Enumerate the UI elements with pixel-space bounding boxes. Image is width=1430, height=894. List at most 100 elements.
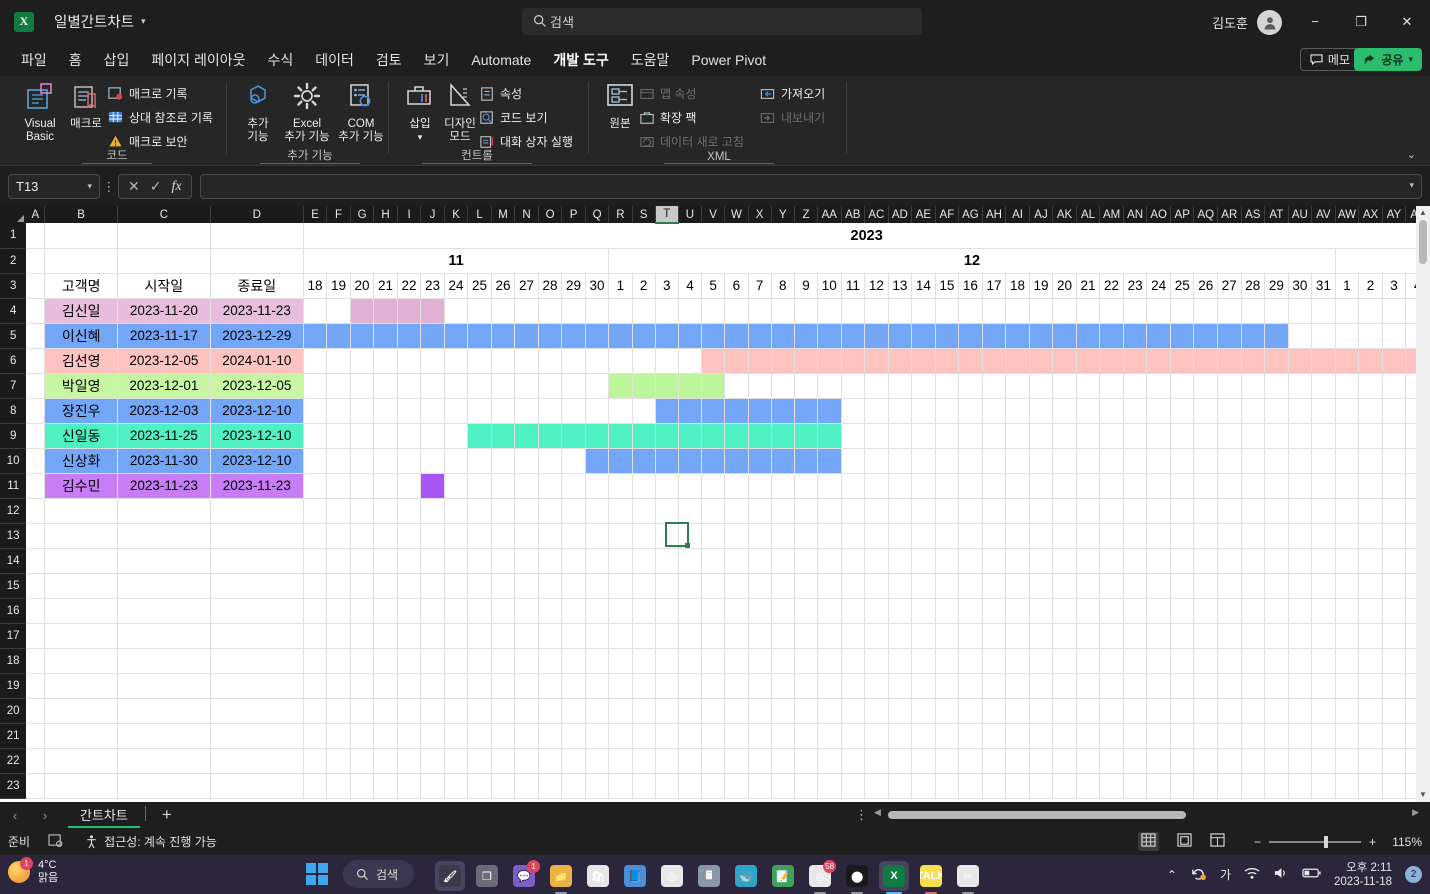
gantt-bar-cell[interactable] xyxy=(538,323,563,349)
gantt-bar-cell[interactable] xyxy=(350,298,375,324)
column-header-E[interactable]: E xyxy=(303,206,328,223)
cell-AR7[interactable] xyxy=(1217,373,1242,399)
cell-AR8[interactable] xyxy=(1217,398,1242,424)
cell-C22[interactable] xyxy=(117,748,211,774)
cell-O22[interactable] xyxy=(538,748,563,774)
memo-button[interactable]: 메모 xyxy=(1299,48,1360,71)
cell-AK10[interactable] xyxy=(1052,448,1077,474)
cell-AJ22[interactable] xyxy=(1029,748,1054,774)
cell-AR17[interactable] xyxy=(1217,623,1242,649)
cell-N11[interactable] xyxy=(514,473,539,499)
cell-E18[interactable] xyxy=(303,648,328,674)
cell-AQ13[interactable] xyxy=(1193,523,1219,549)
sheet-tab-gantt[interactable]: 간트차트 xyxy=(68,803,146,828)
cell-B7[interactable]: 박일영 xyxy=(44,373,118,399)
cell-AA18[interactable] xyxy=(817,648,842,674)
zoom-in-button[interactable]: + xyxy=(1369,835,1376,849)
column-header-AW[interactable]: AW xyxy=(1335,206,1360,223)
excel-addins-button[interactable]: Excel 추가 기능 xyxy=(276,81,338,144)
cell-AD12[interactable] xyxy=(888,498,913,524)
cell-O15[interactable] xyxy=(538,573,563,599)
cell-AM15[interactable] xyxy=(1099,573,1124,599)
cell-AX4[interactable] xyxy=(1358,298,1383,324)
cell-R15[interactable] xyxy=(608,573,633,599)
cell-AT9[interactable] xyxy=(1264,423,1289,449)
cell-AJ17[interactable] xyxy=(1029,623,1054,649)
cell-H19[interactable] xyxy=(373,673,398,699)
cell-AL15[interactable] xyxy=(1076,573,1101,599)
cell-AE21[interactable] xyxy=(911,723,936,749)
cell-AW8[interactable] xyxy=(1335,398,1360,424)
cell-AS10[interactable] xyxy=(1241,448,1266,474)
map-properties-button[interactable]: 맵 속성 xyxy=(640,85,696,102)
column-header-D[interactable]: D xyxy=(210,206,304,223)
column-header-Y[interactable]: Y xyxy=(771,206,795,223)
cell-I14[interactable] xyxy=(397,548,422,574)
cell-AP3[interactable]: 25 xyxy=(1170,273,1195,299)
gantt-bar-cell[interactable] xyxy=(701,373,726,399)
cell-AX23[interactable] xyxy=(1358,773,1383,799)
cell-AM14[interactable] xyxy=(1099,548,1124,574)
column-header-AE[interactable]: AE xyxy=(911,206,936,223)
cell-J17[interactable] xyxy=(420,623,445,649)
cell-AY3[interactable]: 3 xyxy=(1382,273,1407,299)
cell-U20[interactable] xyxy=(678,698,703,724)
cell-AO21[interactable] xyxy=(1146,723,1171,749)
cell-O3[interactable]: 28 xyxy=(538,273,563,299)
cell-F15[interactable] xyxy=(326,573,351,599)
cell-D12[interactable] xyxy=(210,498,304,524)
cell-Q7[interactable] xyxy=(585,373,610,399)
cell-AF16[interactable] xyxy=(935,598,960,624)
cell-AL14[interactable] xyxy=(1076,548,1101,574)
cell-AM22[interactable] xyxy=(1099,748,1124,774)
cell-AT8[interactable] xyxy=(1264,398,1289,424)
select-all-button[interactable] xyxy=(0,206,27,223)
cell-L13[interactable] xyxy=(467,523,492,549)
gantt-bar-cell[interactable] xyxy=(608,448,633,474)
cell-AT20[interactable] xyxy=(1264,698,1289,724)
cell-R19[interactable] xyxy=(608,673,633,699)
cell-J15[interactable] xyxy=(420,573,445,599)
cell-AF13[interactable] xyxy=(935,523,960,549)
cell-AY11[interactable] xyxy=(1382,473,1407,499)
cell-AO13[interactable] xyxy=(1146,523,1171,549)
cell-AA13[interactable] xyxy=(817,523,842,549)
cell-AU11[interactable] xyxy=(1288,473,1313,499)
cell-K20[interactable] xyxy=(444,698,469,724)
cell-AN13[interactable] xyxy=(1123,523,1148,549)
cell-AW13[interactable] xyxy=(1335,523,1360,549)
scroll-left-arrow-icon[interactable]: ◀ xyxy=(874,807,881,818)
cell-AX14[interactable] xyxy=(1358,548,1383,574)
cell-K9[interactable] xyxy=(444,423,469,449)
tab-page-layout[interactable]: 페이지 레이아웃 xyxy=(140,46,256,74)
cell-AF22[interactable] xyxy=(935,748,960,774)
cell-AM16[interactable] xyxy=(1099,598,1124,624)
cell-D13[interactable] xyxy=(210,523,304,549)
cell-C21[interactable] xyxy=(117,723,211,749)
cell-AN16[interactable] xyxy=(1123,598,1148,624)
cell-X15[interactable] xyxy=(748,573,772,599)
cell-W4[interactable] xyxy=(724,298,749,324)
cell-Y17[interactable] xyxy=(771,623,795,649)
cell-H9[interactable] xyxy=(373,423,398,449)
cell-AJ19[interactable] xyxy=(1029,673,1054,699)
cell-AC19[interactable] xyxy=(864,673,889,699)
column-header-F[interactable]: F xyxy=(326,206,351,223)
cell-AU23[interactable] xyxy=(1288,773,1313,799)
column-header-N[interactable]: N xyxy=(514,206,539,223)
cell-AD15[interactable] xyxy=(888,573,913,599)
cell-AQ21[interactable] xyxy=(1193,723,1219,749)
cell-J22[interactable] xyxy=(420,748,445,774)
cell-AY12[interactable] xyxy=(1382,498,1407,524)
start-button[interactable] xyxy=(306,863,328,885)
relative-reference-button[interactable]: 상대 참조로 기록 xyxy=(108,109,213,126)
cell-AF20[interactable] xyxy=(935,698,960,724)
gantt-bar-cell[interactable] xyxy=(701,423,726,449)
cell-R13[interactable] xyxy=(608,523,633,549)
cell-L8[interactable] xyxy=(467,398,492,424)
cell-AC8[interactable] xyxy=(864,398,889,424)
cell-B2[interactable] xyxy=(44,248,118,274)
cell-R22[interactable] xyxy=(608,748,633,774)
column-header-I[interactable]: I xyxy=(397,206,422,223)
cell-P18[interactable] xyxy=(561,648,586,674)
